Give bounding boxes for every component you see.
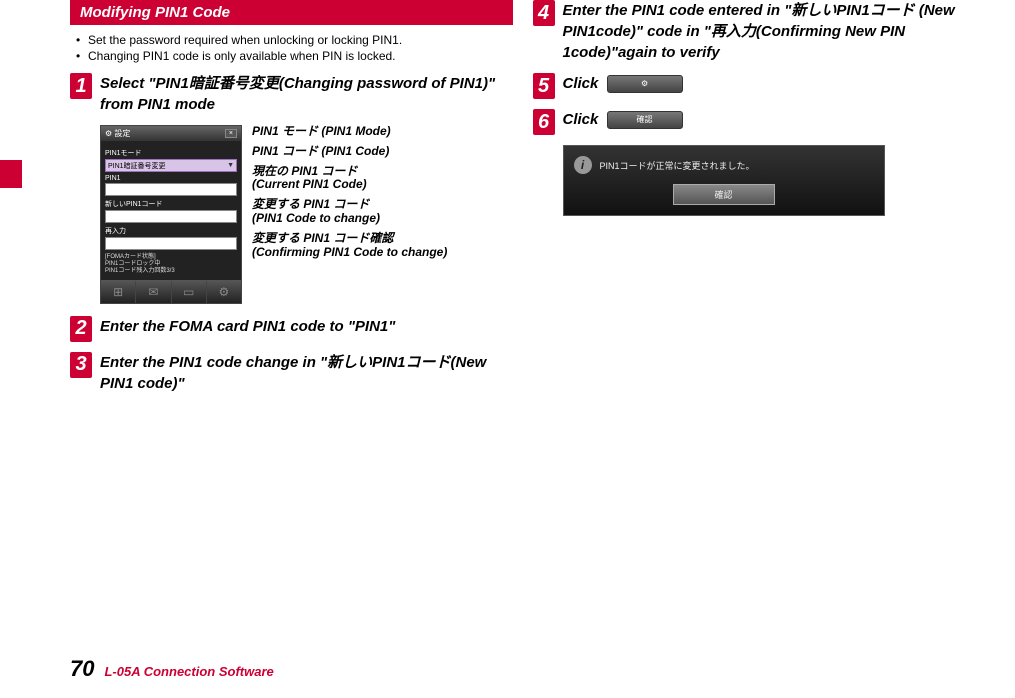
new-pin1-input[interactable] <box>105 210 237 223</box>
reenter-pin1-input[interactable] <box>105 237 237 250</box>
toolbar-gear-icon[interactable]: ⚙ <box>207 281 241 303</box>
info-icon: i <box>574 156 592 174</box>
step-number: 3 <box>70 352 92 378</box>
toolbar-mail-icon[interactable]: ✉ <box>136 281 171 303</box>
gear-icon: ⚙ 設定 <box>105 128 130 139</box>
field-label: PIN1モード <box>105 148 237 158</box>
field-label: PIN1 <box>105 175 237 182</box>
settings-window: ⚙ 設定 × PIN1モード PIN1暗証番号変更 ▼ PIN1 新しいPIN1… <box>100 125 242 304</box>
step-text: Enter the PIN1 code entered in "新しいPIN1コ… <box>563 0 976 63</box>
callout-line: 現在の PIN1 コード <box>252 165 447 179</box>
section-header: Modifying PIN1 Code <box>70 0 513 25</box>
step-text: Enter the PIN1 code change in "新しいPIN1コー… <box>100 352 513 394</box>
callout-line: (Current PIN1 Code) <box>252 178 447 192</box>
page-footer: 70 L-05A Connection Software <box>70 656 274 682</box>
callout-line: (PIN1 Code to change) <box>252 212 447 226</box>
callout-pin1-mode: PIN1 モード (PIN1 Mode) <box>252 125 447 139</box>
confirm-button[interactable]: 確認 <box>607 111 683 128</box>
step-4: 4 Enter the PIN1 code entered in "新しいPIN… <box>533 0 976 63</box>
select-value: PIN1暗証番号変更 <box>108 161 166 171</box>
callout-line: (Confirming PIN1 Code to change) <box>252 246 447 260</box>
window-titlebar: ⚙ 設定 × <box>101 126 241 141</box>
callout-change-pin1: 変更する PIN1 コード (PIN1 Code to change) <box>252 198 447 226</box>
window-title-text: 設定 <box>114 129 130 138</box>
confirmation-dialog: i PIN1コードが正常に変更されました。 確認 <box>563 145 885 216</box>
field-label: 新しいPIN1コード <box>105 199 237 209</box>
dialog-message: PIN1コードが正常に変更されました。 <box>600 159 755 172</box>
step-text: Select "PIN1暗証番号変更(Changing password of … <box>100 73 513 115</box>
chevron-down-icon: ▼ <box>227 162 234 169</box>
toolbar-network-icon[interactable]: ⊞ <box>101 281 136 303</box>
step-text-label: Click <box>563 111 599 128</box>
step-5: 5 Click <box>533 73 976 99</box>
step-number: 5 <box>533 73 555 99</box>
footer-title: L-05A Connection Software <box>104 664 273 679</box>
status-line: PIN1コード残入力回数3/3 <box>105 268 237 275</box>
step-1: 1 Select "PIN1暗証番号変更(Changing password o… <box>70 73 513 115</box>
step-text: Enter the FOMA card PIN1 code to "PIN1" <box>100 316 395 337</box>
step-number: 4 <box>533 0 555 26</box>
step-text-label: Click <box>563 75 599 92</box>
callout-line: 変更する PIN1 コード確認 <box>252 232 447 246</box>
page-number: 70 <box>70 656 94 682</box>
chapter-tab <box>0 160 22 188</box>
close-icon[interactable]: × <box>225 129 237 138</box>
gear-icon <box>641 79 648 88</box>
right-column: 4 Enter the PIN1 code entered in "新しいPIN… <box>533 0 976 404</box>
step-text: Click <box>563 73 683 94</box>
step-6: 6 Click 確認 <box>533 109 976 135</box>
bottom-toolbar: ⊞ ✉ ▭ ⚙ <box>101 280 241 303</box>
dialog-ok-button[interactable]: 確認 <box>673 184 775 205</box>
callout-list: PIN1 モード (PIN1 Mode) PIN1 コード (PIN1 Code… <box>252 125 447 259</box>
step-number: 2 <box>70 316 92 342</box>
figure-area: ⚙ 設定 × PIN1モード PIN1暗証番号変更 ▼ PIN1 新しいPIN1… <box>100 125 513 304</box>
field-label: 再入力 <box>105 226 237 236</box>
step-2: 2 Enter the FOMA card PIN1 code to "PIN1… <box>70 316 513 342</box>
callout-current-pin1: 現在の PIN1 コード (Current PIN1 Code) <box>252 165 447 193</box>
callout-pin1-code: PIN1 コード (PIN1 Code) <box>252 145 447 159</box>
settings-button[interactable] <box>607 75 683 92</box>
intro-bullets: Set the password required when unlocking… <box>70 33 513 63</box>
step-number: 1 <box>70 73 92 99</box>
step-number: 6 <box>533 109 555 135</box>
pin1-mode-select[interactable]: PIN1暗証番号変更 ▼ <box>105 159 237 172</box>
step-text: Click 確認 <box>563 109 683 130</box>
bullet-item: Set the password required when unlocking… <box>88 33 513 47</box>
toolbar-book-icon[interactable]: ▭ <box>172 281 207 303</box>
pin1-input[interactable] <box>105 183 237 196</box>
bullet-item: Changing PIN1 code is only available whe… <box>88 49 513 63</box>
callout-line: 変更する PIN1 コード <box>252 198 447 212</box>
callout-confirm-pin1: 変更する PIN1 コード確認 (Confirming PIN1 Code to… <box>252 232 447 260</box>
foma-status: [FOMAカード状態] PIN1コードロック中 PIN1コード残入力回数3/3 <box>105 254 237 276</box>
left-column: Modifying PIN1 Code Set the password req… <box>70 0 513 404</box>
step-3: 3 Enter the PIN1 code change in "新しいPIN1… <box>70 352 513 394</box>
